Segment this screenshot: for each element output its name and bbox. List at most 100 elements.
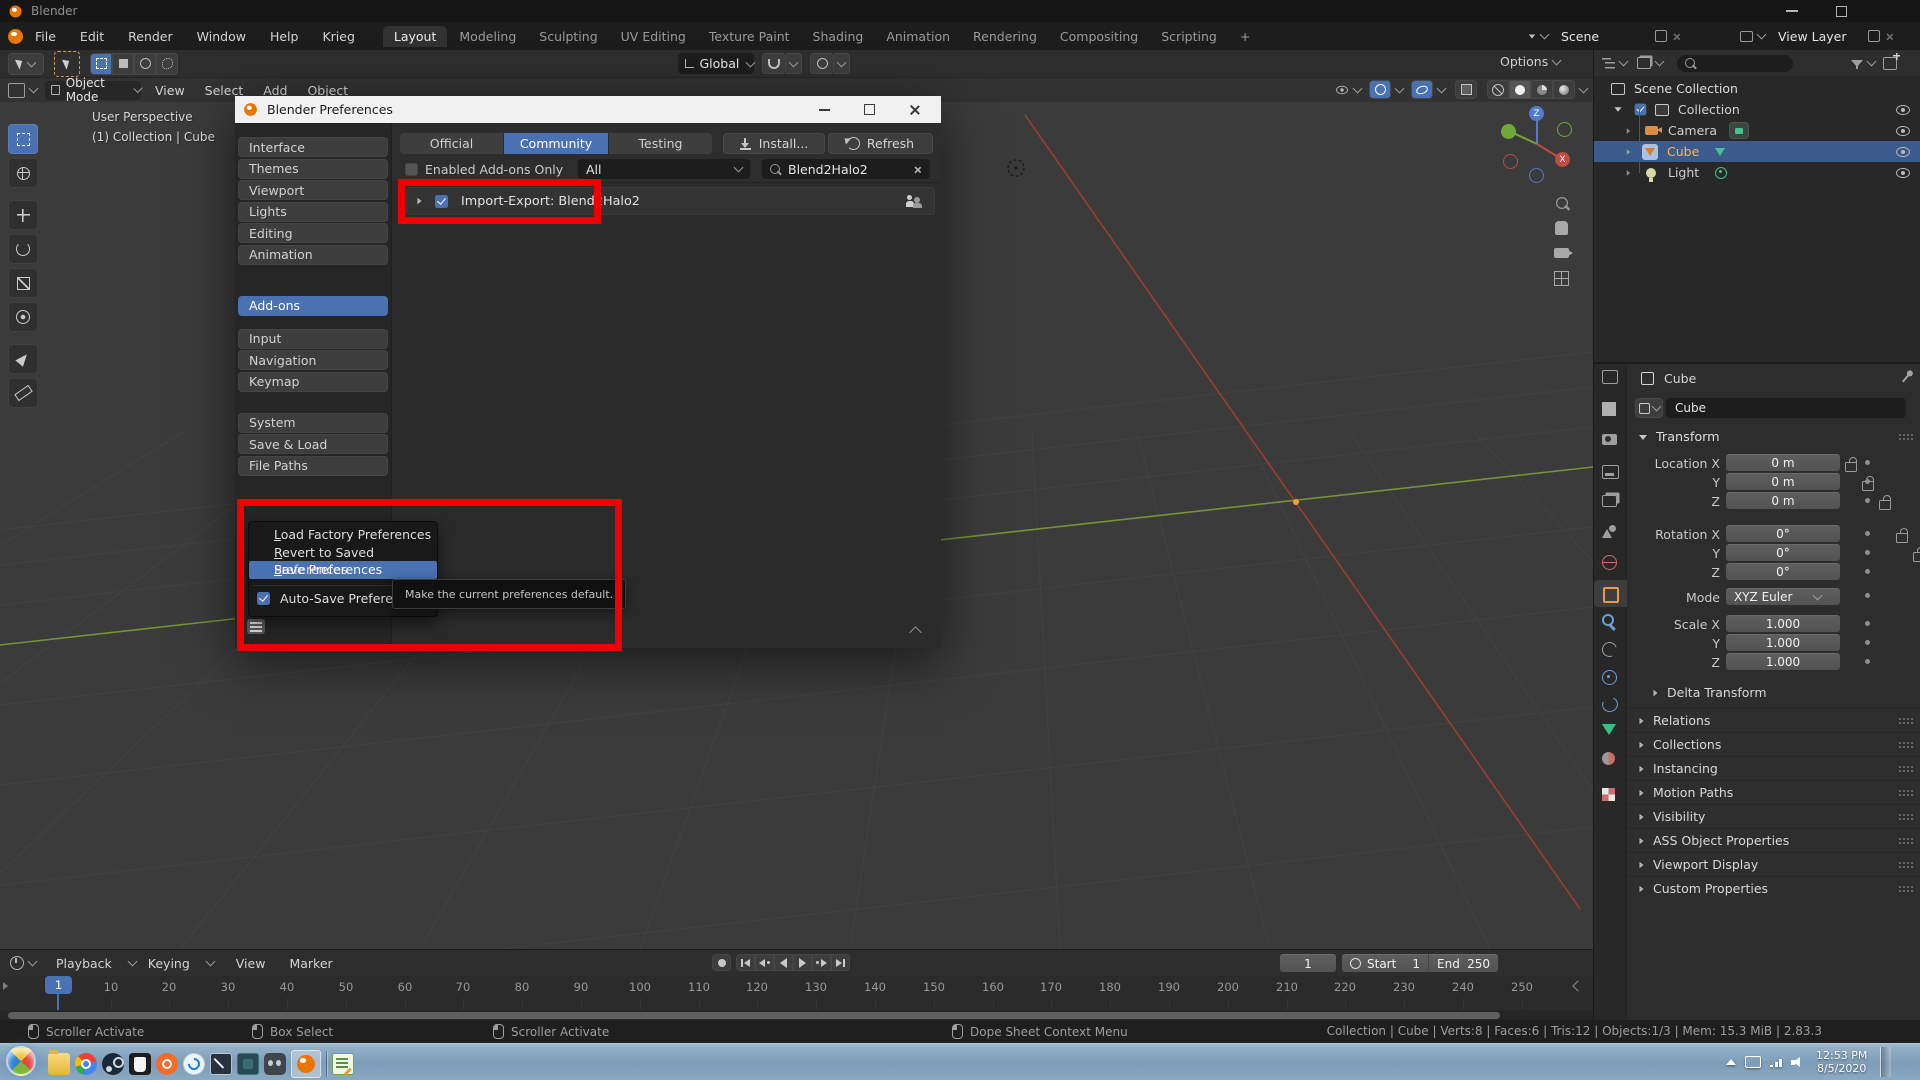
close-icon[interactable] (909, 104, 920, 115)
enabled-only-checkbox[interactable] (405, 163, 418, 176)
rotation-z-field[interactable]: 0° (1726, 563, 1840, 580)
panel-ass-object-properties[interactable]: ASS Object Properties (1627, 828, 1920, 852)
visibility-icon[interactable] (1336, 85, 1348, 94)
current-frame-badge[interactable]: 1 (45, 976, 72, 994)
tool-move-button[interactable] (8, 200, 38, 230)
tab-uv-editing[interactable]: UV Editing (610, 26, 697, 47)
camera-view-icon[interactable] (1554, 248, 1573, 258)
hide-toggle-eye-icon[interactable] (1896, 104, 1910, 115)
addon-category-dropdown[interactable]: All (578, 159, 750, 179)
lock-icon[interactable] (1913, 547, 1920, 562)
nav-themes[interactable]: Themes (238, 158, 388, 179)
gizmo-y-axis[interactable] (1501, 124, 1516, 139)
nav-viewport[interactable]: Viewport (238, 180, 388, 200)
tab-community[interactable]: Community (504, 133, 608, 154)
outliner-row-camera[interactable]: Camera (1594, 120, 1920, 141)
gizmo-x-axis[interactable]: X (1555, 152, 1570, 167)
menu-help[interactable]: Help (258, 29, 311, 44)
menu-window[interactable]: Window (185, 29, 258, 44)
panel-visibility[interactable]: Visibility (1627, 804, 1920, 828)
navigation-gizmo[interactable]: Z X (1495, 104, 1577, 186)
panel-relations[interactable]: Relations (1627, 708, 1920, 732)
shading-solid-button[interactable] (1509, 80, 1531, 99)
tab-compositing[interactable]: Compositing (1049, 26, 1149, 47)
nav-input[interactable]: Input (238, 328, 388, 349)
play-button[interactable] (793, 954, 812, 971)
menu-krieg[interactable]: Krieg (310, 29, 366, 44)
options-dropdown[interactable]: Options (1500, 54, 1562, 69)
notepad-icon[interactable] (332, 1053, 354, 1076)
tool-cursor-button[interactable] (8, 158, 38, 188)
transform-panel-header[interactable]: Transform (1627, 426, 1920, 448)
pan-hand-icon[interactable] (1555, 221, 1568, 235)
zoom-icon[interactable] (1555, 197, 1568, 209)
expand-icon[interactable] (1614, 107, 1622, 112)
preferences-titlebar[interactable]: Blender Preferences (235, 96, 941, 123)
timeline-collapse-icon[interactable] (3, 982, 8, 990)
start-frame-field[interactable]: Start 1 (1342, 954, 1428, 972)
jump-to-end-button[interactable] (831, 954, 850, 971)
scale-z-field[interactable]: 1.000 (1726, 653, 1840, 670)
tab-modeling[interactable]: Modeling (448, 26, 527, 47)
image-editor-icon[interactable] (210, 1053, 232, 1075)
nav-addons[interactable]: Add-ons (238, 295, 388, 316)
tab-rendering[interactable]: Rendering (962, 26, 1048, 47)
rotation-mode-dropdown[interactable]: XYZ Euler (1726, 588, 1840, 605)
gizmo-z-axis[interactable]: Z (1529, 106, 1544, 121)
object-type-dropdown[interactable] (1635, 398, 1663, 418)
hide-toggle-eye-icon[interactable] (1896, 167, 1910, 178)
tool-measure-button[interactable] (8, 378, 38, 408)
rotation-y-field[interactable]: 0° (1726, 544, 1840, 561)
unlink-scene-icon[interactable] (1673, 32, 1680, 39)
timeline-menu-playback[interactable]: Playback (44, 956, 124, 971)
panel-drag-handle[interactable] (1898, 788, 1913, 797)
shading-wireframe-button[interactable] (1487, 80, 1509, 99)
current-frame-field[interactable]: 1 (1280, 954, 1336, 972)
nav-file-paths[interactable]: File Paths (238, 455, 388, 476)
lock-icon[interactable] (1896, 528, 1909, 543)
origin-icon[interactable] (156, 1053, 178, 1075)
discord-icon[interactable] (264, 1053, 286, 1075)
overlays-toggle-button[interactable] (1411, 80, 1433, 99)
tab-object-data-icon[interactable] (1602, 724, 1616, 735)
panel-viewport-display[interactable]: Viewport Display (1627, 852, 1920, 876)
shading-rendered-button[interactable] (1553, 80, 1575, 99)
hide-toggle-eye-icon[interactable] (1896, 125, 1910, 136)
clear-search-icon[interactable] (914, 165, 921, 172)
record-button[interactable] (712, 954, 731, 971)
pin-icon[interactable] (1902, 369, 1915, 383)
next-keyframe-button[interactable] (812, 954, 831, 971)
expand-icon[interactable] (1626, 148, 1631, 155)
gizmo-y-neg-axis[interactable] (1557, 122, 1572, 137)
menu-edit[interactable]: Edit (68, 29, 116, 44)
expand-icon[interactable] (1626, 169, 1631, 176)
nav-editing[interactable]: Editing (238, 223, 388, 243)
minimize-icon[interactable] (819, 109, 830, 111)
nav-navigation[interactable]: Navigation (238, 350, 388, 370)
tab-official[interactable]: Official (400, 133, 504, 154)
nav-animation[interactable]: Animation (238, 244, 388, 265)
panel-instancing[interactable]: Instancing (1627, 756, 1920, 780)
maximize-icon[interactable] (1836, 6, 1847, 17)
nav-system[interactable]: System (238, 412, 388, 433)
fallback-tool-button[interactable] (54, 50, 80, 77)
hide-toggle-eye-icon[interactable] (1896, 146, 1910, 157)
gizmo-x-neg-axis[interactable] (1503, 154, 1518, 169)
nav-save-load[interactable]: Save & Load (238, 434, 388, 454)
rotation-x-field[interactable]: 0° (1726, 525, 1840, 542)
new-view-layer-icon[interactable] (1868, 30, 1880, 42)
editor-type-icon[interactable] (8, 82, 25, 98)
delta-transform-panel[interactable]: Delta Transform (1627, 682, 1920, 703)
tool-scale-button[interactable] (8, 268, 38, 298)
tool-select-box-button[interactable] (8, 124, 38, 154)
tray-volume-icon[interactable] (1791, 1056, 1803, 1068)
tray-keyboard-icon[interactable] (1745, 1056, 1761, 1068)
location-x-field[interactable]: 0 m (1726, 454, 1840, 471)
expand-icon[interactable] (1626, 127, 1631, 134)
outliner-row-light[interactable]: Light (1594, 162, 1920, 183)
tray-clock[interactable]: 12:53 PM 8/5/2020 (1816, 1049, 1867, 1075)
lock-icon[interactable] (1879, 495, 1892, 510)
collection-checkbox[interactable] (1634, 103, 1647, 116)
panel-drag-handle[interactable] (1898, 740, 1913, 749)
scene-icon[interactable] (1528, 34, 1536, 38)
